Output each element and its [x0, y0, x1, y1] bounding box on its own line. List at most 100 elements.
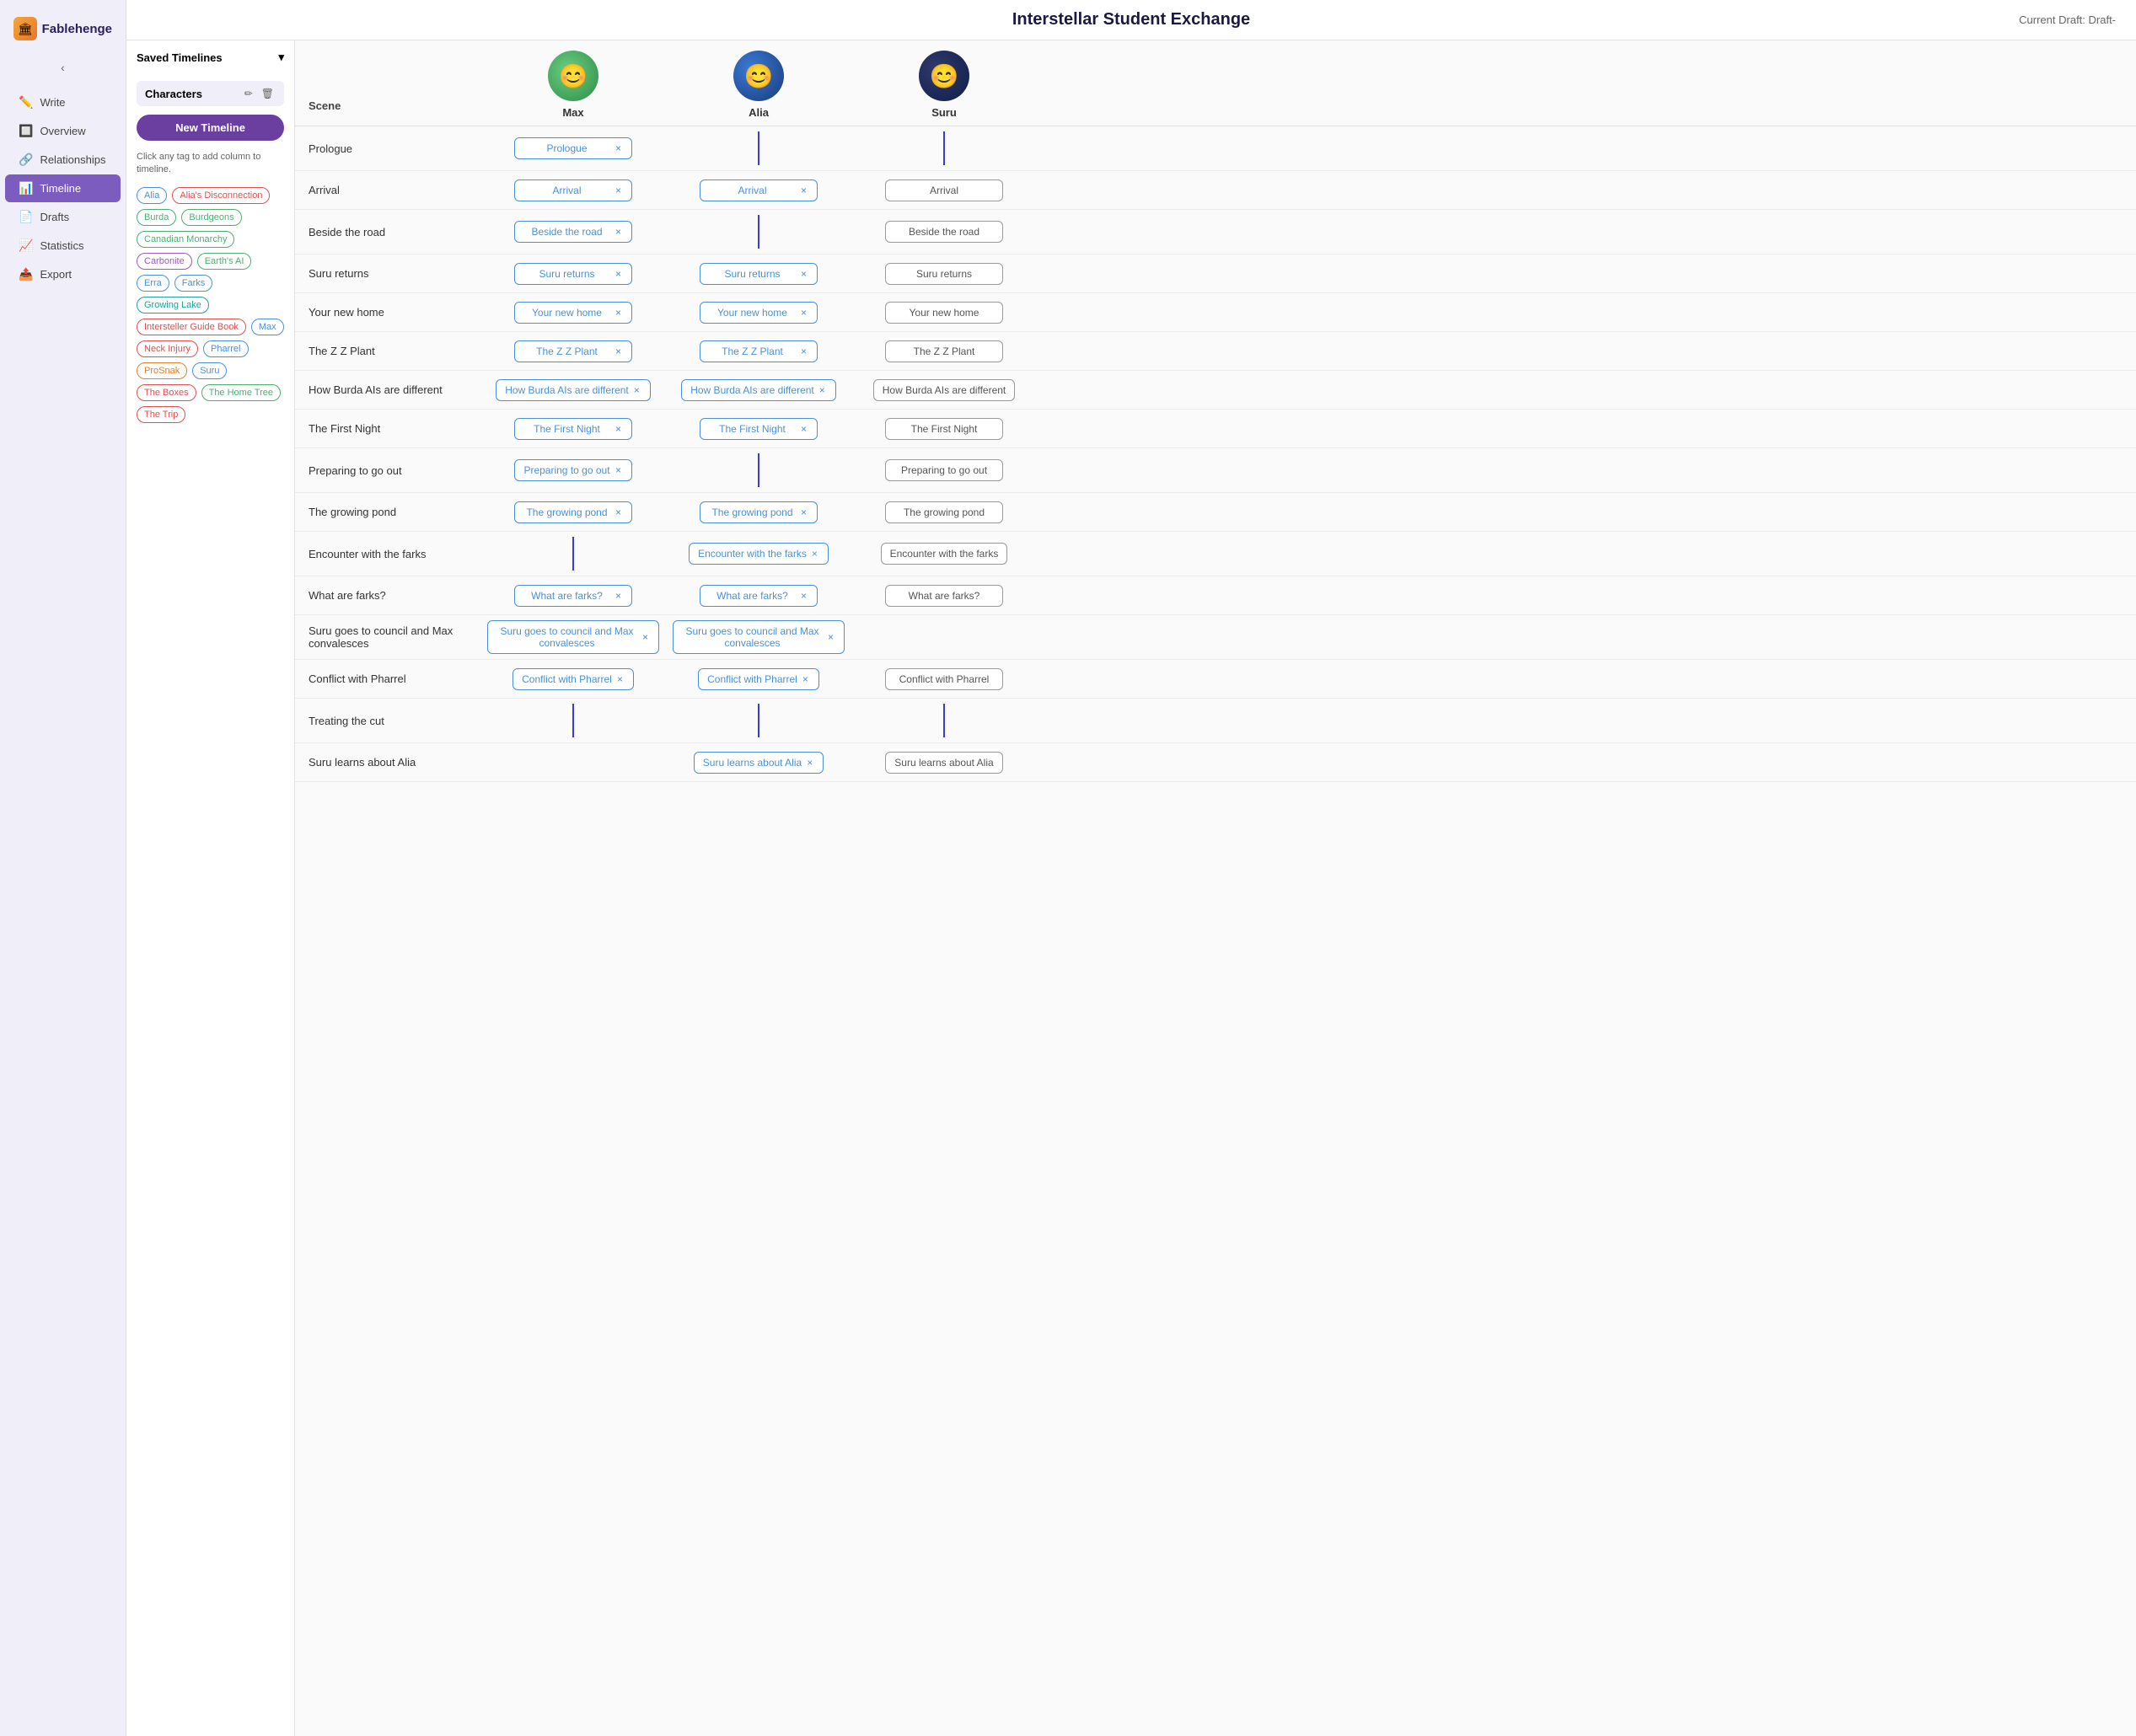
scene-tag-remove-button[interactable]: × [614, 464, 623, 476]
scene-tag[interactable]: How Burda AIs are different× [496, 379, 651, 401]
tag-item[interactable]: The Home Tree [201, 384, 281, 401]
scene-tag[interactable]: Conflict with Pharrel× [698, 668, 819, 690]
scene-tag[interactable]: Encounter with the farks× [689, 543, 829, 565]
tag-item[interactable]: Growing Lake [137, 297, 209, 313]
scene-tag[interactable]: Suru goes to council and Max convalesces… [673, 620, 845, 654]
scene-tag-remove-button[interactable]: × [641, 631, 650, 643]
scene-tag-text: The Z Z Plant [523, 346, 610, 357]
new-timeline-button[interactable]: New Timeline [137, 115, 284, 141]
tag-item[interactable]: Neck Injury [137, 340, 198, 357]
sidebar-item-export[interactable]: 📤Export [5, 260, 121, 288]
tag-item[interactable]: Alia [137, 187, 167, 204]
scene-tag[interactable]: The growing pond× [700, 501, 818, 523]
scene-tag-remove-button[interactable]: × [801, 673, 810, 685]
scene-tag[interactable]: Preparing to go out× [514, 459, 632, 481]
scene-tag-remove-button[interactable]: × [805, 757, 814, 769]
scene-tag-remove-button[interactable]: × [799, 307, 808, 319]
scene-tag-remove-button[interactable]: × [614, 185, 623, 196]
scene-tag-plain: Arrival [885, 179, 1003, 201]
scene-tag-remove-button[interactable]: × [799, 268, 808, 280]
edit-chars-button[interactable]: ✏ [243, 86, 255, 101]
tag-item[interactable]: Carbonite [137, 253, 192, 270]
scene-tag[interactable]: The Z Z Plant× [700, 340, 818, 362]
scene-tag-text: What are farks? [894, 590, 994, 602]
tag-item[interactable]: Farks [174, 275, 213, 292]
timeline-header-row: Scene 😊 Max 😊 Alia 😊 Suru [295, 40, 2136, 126]
scene-tag[interactable]: Arrival× [700, 179, 818, 201]
scene-tag-remove-button[interactable]: × [614, 268, 623, 280]
tag-item[interactable]: Burda [137, 209, 176, 226]
scene-tag-remove-button[interactable]: × [614, 307, 623, 319]
scene-tag[interactable]: Suru returns× [700, 263, 818, 285]
scene-tag[interactable]: Suru goes to council and Max convalesces… [487, 620, 659, 654]
sidebar-item-write[interactable]: ✏️Write [5, 88, 121, 116]
scene-tag-remove-button[interactable]: × [799, 590, 808, 602]
sidebar-item-relationships[interactable]: 🔗Relationships [5, 146, 121, 174]
tag-item[interactable]: Pharrel [203, 340, 248, 357]
tag-item[interactable]: Intersteller Guide Book [137, 319, 246, 335]
scene-tag-remove-button[interactable]: × [615, 673, 625, 685]
scene-tag[interactable]: Suru learns about Alia× [694, 752, 824, 774]
scene-tag[interactable]: What are farks?× [700, 585, 818, 607]
sidebar-item-statistics[interactable]: 📈Statistics [5, 232, 121, 260]
scene-tag-remove-button[interactable]: × [799, 423, 808, 435]
sidebar-item-overview[interactable]: 🔲Overview [5, 117, 121, 145]
scene-tag[interactable]: Conflict with Pharrel× [513, 668, 634, 690]
chevron-down-icon[interactable]: ▾ [278, 51, 284, 64]
collapse-button[interactable]: ‹ [54, 57, 72, 78]
scene-tag[interactable]: The First Night× [514, 418, 632, 440]
scene-cell-14-1 [666, 699, 851, 742]
sidebar-collapse[interactable]: ‹ [0, 54, 126, 88]
tag-item[interactable]: Erra [137, 275, 169, 292]
scene-tag[interactable]: How Burda AIs are different× [681, 379, 836, 401]
scene-tag-remove-button[interactable]: × [826, 631, 835, 643]
scene-tag[interactable]: Your new home× [700, 302, 818, 324]
scene-tag-text: What are farks? [709, 590, 796, 602]
scene-tag-remove-button[interactable]: × [818, 384, 827, 396]
timeline-area[interactable]: Scene 😊 Max 😊 Alia 😊 Suru PrologueProlog… [295, 40, 2136, 1736]
drafts-icon: 📄 [19, 210, 33, 224]
tag-item[interactable]: Alia's Disconnection [172, 187, 270, 204]
tag-item[interactable]: Earth's AI [197, 253, 252, 270]
scene-tag-remove-button[interactable]: × [614, 142, 623, 154]
tag-item[interactable]: The Trip [137, 406, 185, 423]
scene-tag-text: Beside the road [894, 226, 994, 238]
scene-tag[interactable]: Prologue× [514, 137, 632, 159]
scene-tag-remove-button[interactable]: × [614, 423, 623, 435]
tag-item[interactable]: The Boxes [137, 384, 196, 401]
tag-item[interactable]: Canadian Monarchy [137, 231, 234, 248]
table-row: The growing pondThe growing pond×The gro… [295, 493, 2136, 532]
tag-item[interactable]: Suru [192, 362, 227, 379]
scene-cell-5-0: The Z Z Plant × [480, 335, 666, 367]
scene-tag-remove-button[interactable]: × [614, 590, 623, 602]
scene-tag-remove-button[interactable]: × [810, 548, 819, 560]
scene-tag[interactable]: Suru returns× [514, 263, 632, 285]
scene-tag-remove-button[interactable]: × [614, 506, 623, 518]
scene-tag-remove-button[interactable]: × [614, 226, 623, 238]
scene-tag[interactable]: Beside the road× [514, 221, 632, 243]
char-header-max: 😊 Max [480, 51, 666, 119]
scene-tag[interactable]: The growing pond× [514, 501, 632, 523]
scene-cell-7-2: The First Night [851, 413, 1037, 445]
scene-tag-plain: The Z Z Plant [885, 340, 1003, 362]
scene-tag[interactable]: Your new home× [514, 302, 632, 324]
scene-tag-remove-button[interactable]: × [799, 185, 808, 196]
scene-tag[interactable]: Arrival× [514, 179, 632, 201]
sidebar-item-timeline[interactable]: 📊Timeline [5, 174, 121, 202]
scene-tag-remove-button[interactable]: × [799, 346, 808, 357]
scene-tag[interactable]: What are farks?× [514, 585, 632, 607]
scene-tag-remove-button[interactable]: × [799, 506, 808, 518]
scene-tag[interactable]: The Z Z Plant × [514, 340, 632, 362]
scene-tag-remove-button[interactable]: × [632, 384, 641, 396]
scene-tag-text: Conflict with Pharrel [894, 673, 994, 685]
scene-cell-4-1: Your new home× [666, 297, 851, 329]
scene-tag-remove-button[interactable]: × [614, 346, 623, 357]
scene-tag-text: The First Night [894, 423, 994, 435]
export-icon: 📤 [19, 267, 33, 281]
tag-item[interactable]: Burdgeons [181, 209, 241, 226]
scene-tag[interactable]: The First Night× [700, 418, 818, 440]
sidebar-item-drafts[interactable]: 📄Drafts [5, 203, 121, 231]
delete-chars-button[interactable]: 🗑 [260, 86, 276, 101]
tag-item[interactable]: ProSnak [137, 362, 187, 379]
tag-item[interactable]: Max [251, 319, 284, 335]
